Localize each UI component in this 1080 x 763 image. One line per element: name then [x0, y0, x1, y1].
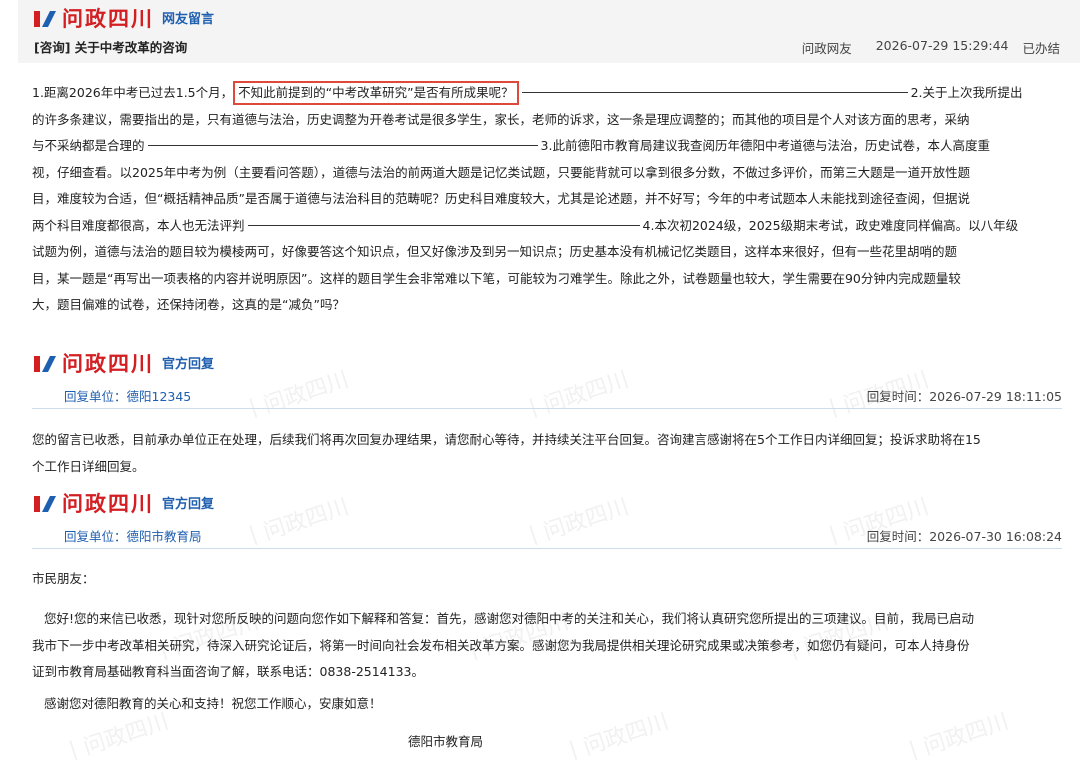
post-datetime: 2026-07-29 15:29:44	[875, 38, 1009, 53]
logo-text: 问政四川	[62, 350, 154, 376]
site-logo[interactable]: 问政四川 网友留言	[32, 7, 214, 29]
reply-line: 您好!您的来信已收悉，现针对您所反映的问题向您作如下解释和答复：首先，感谢您对德…	[44, 611, 975, 626]
logo-text: 问政四川	[62, 5, 154, 31]
message-line: 试题为例，道德与法治的题目较为模棱两可，好像要答这个知识点，但又好像涉及到另一知…	[32, 244, 958, 259]
message-line: 与不采纳都是合理的 3.此前德阳市教育局建议我查阅历年德阳中考道德与法治，历史试卷…	[32, 138, 990, 153]
message-line: 1.距离2026年中考已过去1.5个月， 不知此前提到的“中考改革研究”是否有所成…	[32, 80, 1064, 107]
reply-line: 您的留言已收悉，目前承办单位正在处理，后续我们将再次回复办理结果，请您耐心等待，…	[32, 432, 981, 447]
separator-line	[247, 224, 640, 226]
reply-greeting: 市民朋友：	[32, 571, 95, 586]
logo-mark-icon	[34, 496, 56, 512]
message-body: 1.距离2026年中考已过去1.5个月， 不知此前提到的“中考改革研究”是否有所成…	[32, 80, 1064, 319]
reply-signature: 德阳市教育局	[408, 734, 484, 749]
page: ⼁问政四川 ⼁问政四川 ⼁问政四川 ⼁问政四川 ⼁问政四川 ⼁问政四川 ⼁问政四…	[0, 0, 1080, 763]
author: 问政网友	[801, 41, 852, 56]
subject-title: 关于中考改革的咨询	[74, 40, 188, 55]
separator-line	[521, 92, 908, 93]
message-line: 两个科目难度都很高，本人也无法评判 4.本次初2024级，2025级期末考试，政史…	[32, 217, 1019, 233]
reply-time: 回复时间：2026-07-30 16:08:24	[866, 529, 1062, 544]
message-line: 目，难度较为合适，但“概括精神品质”是否属于道德与法治科目的范畴呢？历史科目难度…	[32, 191, 970, 206]
reply-line: 我市下一步中考改革相关研究，待深入研究论证后，将第一时间向社会发布相关改革方案。…	[32, 637, 970, 653]
reply-body: 您好!您的来信已收悉，现针对您所反映的问题向您作如下解释和答复：首先，感谢您对德…	[32, 606, 1064, 686]
site-logo[interactable]: 问政四川 官方回复	[32, 352, 214, 374]
reply-header: 问政四川 官方回复 回复单位：德阳12345 回复时间：2026-07-29 1…	[32, 352, 1062, 412]
reply-line: 个工作日详细回复。	[32, 458, 145, 474]
message-subject: [咨询] 关于中考改革的咨询	[34, 37, 187, 56]
section-label: 官方回复	[162, 357, 215, 372]
message-line: 视，仔细查看。以2025年中考为例（主要看问答题），道德与法治的前两道大题是记忆…	[32, 164, 971, 180]
message-line: 目，某一题是“再写出一项表格的内容并说明原因”。这样的题目学生会非常难以下笔，可…	[32, 270, 961, 286]
message-meta: 问政网友 2026-07-29 15:29:44 已办结	[802, 38, 1060, 57]
reply-header: 问政四川 官方回复 回复单位：德阳市教育局 回复时间：2026-07-30 16…	[32, 492, 1062, 552]
logo-mark-icon	[34, 11, 56, 27]
message-line: 大，题目偏难的试卷，还保持闭卷，这真的是“减负”吗？	[32, 297, 345, 312]
reply-unit: 回复单位：德阳12345	[64, 389, 192, 404]
status-badge: 已办结	[1022, 41, 1060, 56]
reply-closing: 感谢您对德阳教育的关心和支持！祝您工作顺心，安康如意！	[44, 696, 382, 711]
divider	[32, 548, 1062, 549]
divider	[32, 408, 1062, 409]
section-label: 官方回复	[162, 497, 215, 512]
site-logo[interactable]: 问政四川 官方回复	[32, 492, 214, 514]
subject-tag: [咨询]	[34, 40, 71, 55]
reply-body: 您的留言已收悉，目前承办单位正在处理，后续我们将再次回复办理结果，请您耐心等待，…	[32, 427, 1064, 480]
message-header: 问政四川 网友留言 [咨询] 关于中考改革的咨询 问政网友 2026-07-29…	[18, 0, 1080, 63]
highlighted-question: 不知此前提到的“中考改革研究”是否有所成果呢？	[233, 81, 519, 105]
logo-mark-icon	[34, 356, 56, 372]
section-label: 网友留言	[162, 12, 215, 27]
message-line: 的许多条建议，需要指出的是，只有道德与法治，历史调整为开卷考试是很多学生，家长，…	[32, 111, 970, 127]
separator-line	[147, 145, 538, 146]
logo-text: 问政四川	[62, 490, 154, 516]
reply-time: 回复时间：2026-07-29 18:11:05	[866, 389, 1062, 404]
reply-unit: 回复单位：德阳市教育局	[64, 529, 202, 544]
reply-line: 证到市教育局基础教育科当面咨询了解，联系电话：0838-2514133。	[32, 664, 424, 679]
